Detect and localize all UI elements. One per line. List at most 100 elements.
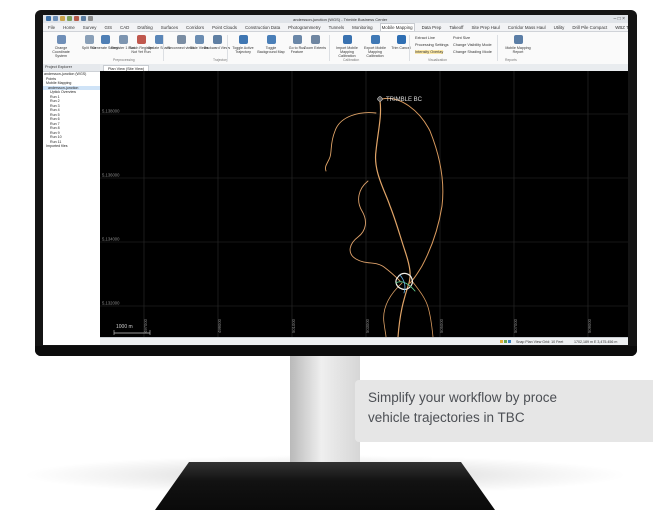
ribbon-button-label: Export Mobile Mapping Calibration [364, 46, 386, 58]
import-mobile-mapping-button[interactable]: Import Mobile Mapping Calibration [333, 35, 361, 58]
quick-access-toolbar[interactable] [46, 16, 93, 21]
ribbon-item-point-size[interactable]: Point Size [453, 36, 470, 40]
tree-item[interactable]: Imported files [43, 144, 100, 149]
ribbon-separator [409, 35, 410, 61]
ribbon-group-label: Calibration [343, 58, 360, 62]
ribbon: Change Coordinate System Split Run Generat… [43, 32, 628, 65]
ribbon-button-label: Import Mobile Mapping Calibration [336, 46, 358, 58]
ribbon-group-label: Trajectory [213, 58, 228, 62]
app-screen: andersson-junction (WGS) - Trimble Busin… [43, 15, 628, 345]
tab-cad[interactable]: CAD [119, 23, 130, 32]
grid-label-northing: 5,134000 [102, 237, 120, 242]
ribbon-separator [329, 35, 330, 61]
change-coordinate-system-icon [56, 35, 66, 44]
tab-drill-pile-compact[interactable]: Drill Pile Compact [571, 23, 608, 32]
ribbon-item-extract-line[interactable]: Extract Line [415, 36, 435, 40]
ribbon-separator [227, 35, 228, 61]
project-tree: andersson-junction (WGS) Points Mobile Map… [43, 72, 100, 149]
ribbon-separator [497, 35, 498, 61]
tab-data-prep[interactable]: Data Prep [421, 23, 443, 32]
site-marker[interactable] [377, 96, 383, 102]
ribbon-button-label: Toggle Background Map [257, 46, 285, 54]
grid-label-easting: 505000 [439, 318, 444, 333]
trajectory-loop[interactable] [349, 180, 401, 282]
grid-label-northing: 5,136000 [102, 173, 120, 178]
tab-site-prep-haul[interactable]: Site Prep Haul [470, 23, 500, 32]
ribbon-separator [163, 35, 164, 61]
zoom-extents-icon [310, 35, 320, 44]
tab-monitoring[interactable]: Monitoring [351, 23, 374, 32]
tab-corridor-mass-haul[interactable]: Corridor Mass Haul [507, 23, 547, 32]
tab-takeoff[interactable]: Takeoff [448, 23, 464, 32]
scale-label: 1000 m [116, 324, 133, 330]
trim-cancel-icon [396, 35, 406, 44]
trim-cancel-button[interactable]: Trim Cancel [387, 35, 415, 50]
ribbon-button-label: Zoom Extents [303, 46, 327, 50]
tab-point-clouds[interactable]: Point Clouds [211, 23, 238, 32]
project-explorer-title: Project Explorer [43, 64, 100, 72]
tab-tunnels[interactable]: Tunnels [328, 23, 345, 32]
tab-file[interactable]: File [47, 23, 56, 32]
grid-label-easting: 497000 [143, 318, 148, 333]
status-coordinates: 1702,189 m E 3,475.456 m [574, 339, 618, 344]
monitor-stand-neck [290, 356, 360, 466]
monitor-stand-base [155, 462, 495, 510]
trajectory-main[interactable] [374, 100, 411, 338]
ribbon-item-change-visibility-mode[interactable]: Change Visibility Mode [453, 43, 492, 47]
toggle-background-map-button[interactable]: Toggle Background Map [257, 35, 285, 54]
tab-surfaces[interactable]: Surfaces [160, 23, 179, 32]
window-controls[interactable]: – □ × [614, 16, 626, 22]
grid-label-easting: 501000 [291, 318, 296, 333]
status-text: Snap Plan View Grid: 10 Feet [516, 339, 564, 344]
ribbon-button-label: Mobile Mapping Report [505, 46, 531, 54]
ribbon-item-processing-settings[interactable]: Processing Settings [415, 43, 449, 47]
report-icon [513, 35, 523, 44]
grid-label-northing: 5,138000 [102, 109, 120, 114]
trajectory-branch-east[interactable] [411, 280, 434, 338]
backward-views-icon [212, 35, 222, 44]
tab-survey[interactable]: Survey [82, 23, 98, 32]
status-icons[interactable] [500, 339, 512, 344]
grid-label-northing: 5,132000 [102, 301, 120, 306]
mobile-mapping-report-button[interactable]: Mobile Mapping Report [501, 35, 535, 54]
ribbon-button-label: Toggle Active Trajectory [232, 46, 254, 54]
ribbon-item-intensity-overlay[interactable]: Intensity Overlay [415, 50, 444, 54]
project-explorer: Project Explorer andersson-junction (WGS… [43, 64, 101, 345]
ribbon-button-label: Trim Cancel [391, 46, 411, 50]
ribbon-group-label: Visualization [428, 58, 447, 62]
import-mobile-mapping-icon [342, 35, 352, 44]
grid-label-easting: 499000 [217, 318, 222, 333]
monitor-bezel-chin [35, 346, 637, 356]
ribbon-tabs: File Home Survey GIS CAD Drafting Surfaces Corr… [43, 23, 628, 32]
tab-utility[interactable]: Utility [553, 23, 566, 32]
plan-view-canvas[interactable]: TRIMBLE BC 1000 m 5,138000 5,136000 5,1340… [100, 71, 628, 338]
toggle-active-trajectory-button[interactable]: Toggle Active Trajectory [229, 35, 257, 54]
tab-wbz-toolbox[interactable]: WBZ Toolbox [614, 23, 628, 32]
change-coordinate-system-button[interactable]: Change Coordinate System [47, 35, 75, 58]
ribbon-item-change-shading-mode[interactable]: Change Shading Mode [453, 50, 492, 54]
ribbon-button-label: Change Coordinate System [52, 46, 70, 58]
zoom-extents-button[interactable]: Zoom Extents [301, 35, 329, 50]
site-label: TRIMBLE BC [386, 97, 423, 103]
toggle-active-trajectory-icon [238, 35, 248, 44]
trajectory-branch-west[interactable] [325, 112, 377, 172]
export-mobile-mapping-button[interactable]: Export Mobile Mapping Calibration [361, 35, 389, 58]
caption-text: Simplify your workflow by proce vehicle … [368, 390, 558, 425]
export-mobile-mapping-icon [370, 35, 380, 44]
ribbon-group-label: Preprocessing [113, 58, 135, 62]
tab-gis[interactable]: GIS [103, 23, 113, 32]
app-title: andersson-junction (WGS) - Trimble Busin… [293, 16, 388, 22]
tab-drafting[interactable]: Drafting [136, 23, 153, 32]
tab-construction-data[interactable]: Construction Data [244, 23, 281, 32]
trajectory-branch-north[interactable] [381, 97, 444, 284]
tab-mobile-mapping[interactable]: Mobile Mapping [379, 23, 415, 31]
status-bar: Snap Plan View Grid: 10 Feet 1702,189 m … [100, 337, 628, 345]
grid-label-easting: 509000 [587, 318, 592, 333]
tab-home[interactable]: Home [62, 23, 76, 32]
plan-view[interactable]: TRIMBLE BC 1000 m 5,138000 5,136000 5,1340… [100, 71, 628, 338]
toggle-background-map-icon [266, 35, 276, 44]
tab-corridors[interactable]: Corridors [185, 23, 205, 32]
grid-label-easting: 507000 [513, 318, 518, 333]
tab-photogrammetry[interactable]: Photogrammetry [287, 23, 321, 32]
ribbon-group-label: Reports [505, 58, 517, 62]
